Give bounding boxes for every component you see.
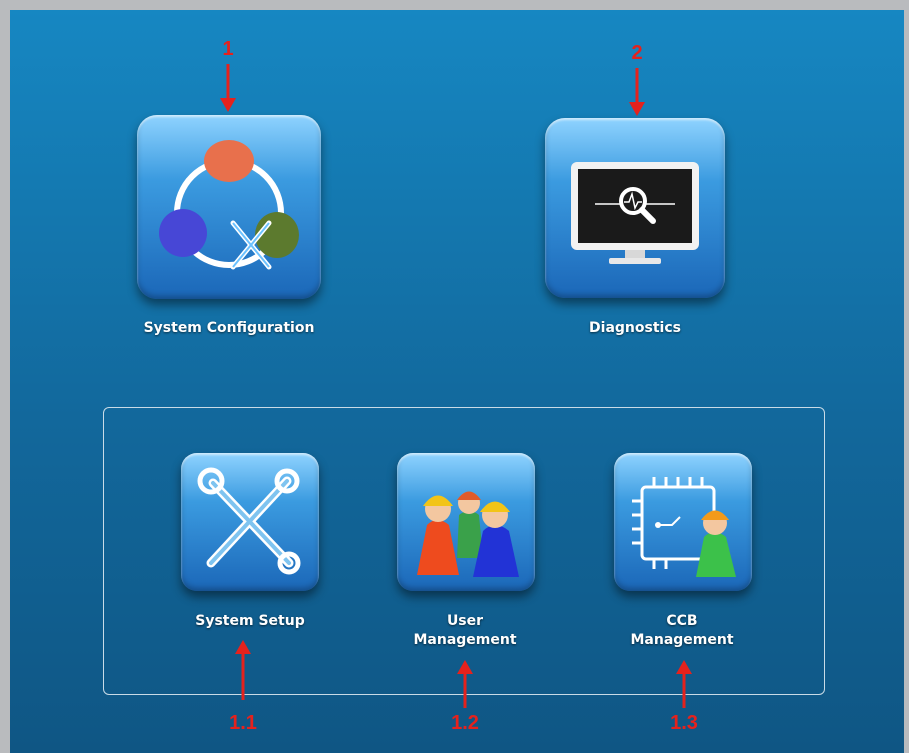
ccb-management-label-line1: CCB xyxy=(666,613,698,629)
user-management-label-line2: Management xyxy=(413,632,517,648)
monitor-magnifier-icon xyxy=(571,162,699,264)
annotation-marker-1-3: 1.3 xyxy=(670,712,698,734)
annotation-arrow-1-2 xyxy=(457,660,473,708)
diagnostics-button[interactable] xyxy=(545,118,725,298)
annotation-arrow-2 xyxy=(629,68,645,116)
annotation-arrow-1-1 xyxy=(235,640,251,700)
user-management-label: User Management xyxy=(385,612,545,650)
ccb-management-label-line2: Management xyxy=(630,632,734,648)
main-screen: 1 2 System Configuration Diagnostics Sys… xyxy=(10,10,904,753)
ccb-management-button[interactable] xyxy=(614,453,752,591)
system-configuration-button[interactable] xyxy=(137,115,321,299)
annotation-arrow-1-3 xyxy=(676,660,692,708)
user-management-label-line1: User xyxy=(446,613,484,629)
annotation-marker-1-2: 1.2 xyxy=(451,712,479,734)
system-setup-button[interactable] xyxy=(181,453,319,591)
config-cycle-icon xyxy=(159,140,299,270)
diagnostics-label: Diagnostics xyxy=(589,320,681,336)
crossed-wrenches-icon xyxy=(197,467,301,575)
annotation-marker-1: 1 xyxy=(222,38,234,60)
annotation-marker-1-1: 1.1 xyxy=(229,712,257,734)
system-setup-label: System Setup xyxy=(195,613,305,629)
circuit-board-worker-icon xyxy=(632,477,736,577)
annotation-arrow-1 xyxy=(220,64,236,112)
workers-group-icon xyxy=(417,491,519,577)
ccb-management-label: CCB Management xyxy=(602,612,762,650)
system-configuration-label: System Configuration xyxy=(143,320,315,336)
user-management-button[interactable] xyxy=(397,453,535,591)
annotation-marker-2: 2 xyxy=(631,42,643,64)
